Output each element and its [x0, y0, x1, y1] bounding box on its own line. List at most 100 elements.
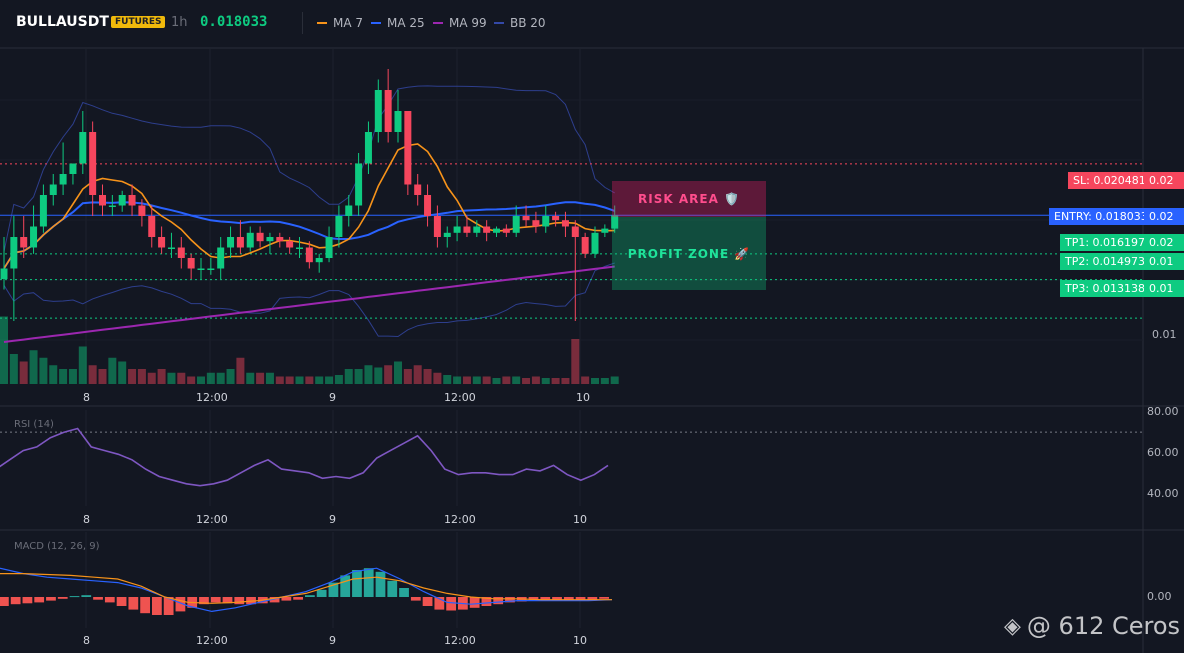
volume-bar	[275, 376, 284, 384]
macd-histogram-bar	[140, 597, 150, 614]
candle-body	[10, 237, 18, 269]
candle-body	[59, 174, 67, 185]
candle-body	[118, 195, 126, 206]
volume-bar	[39, 357, 48, 384]
volume-bar	[453, 376, 462, 384]
macd-histogram-bar	[410, 597, 421, 601]
entry-tag[interactable]: ENTRY: 0.018033	[1049, 208, 1153, 225]
tp3-tag[interactable]: TP3: 0.013138	[1060, 280, 1151, 297]
risk-area-zone: RISK AREA 🛡️	[612, 181, 766, 217]
macd-histogram-bar	[316, 589, 327, 597]
candle-body	[335, 216, 343, 237]
macd-histogram-bar	[57, 597, 68, 599]
candle-body	[256, 232, 264, 242]
volume-bar	[512, 376, 521, 384]
candle-body	[571, 226, 579, 237]
candle-body	[345, 205, 353, 216]
candle-body	[601, 228, 609, 233]
time-label: 12:00	[196, 391, 228, 404]
candle-body	[89, 132, 97, 195]
macd-histogram-bar	[128, 597, 139, 610]
macd-line	[0, 567, 613, 613]
volume-bar	[78, 346, 87, 384]
legend-bb20[interactable]: BB 20	[494, 16, 546, 30]
legend-ma25[interactable]: MA 25	[371, 16, 425, 30]
volume-bar	[354, 369, 363, 384]
volume-bar	[128, 369, 137, 384]
candle-body	[227, 237, 235, 248]
watermark: ◈ @ 612 Ceros	[1004, 612, 1180, 640]
volume-bar	[610, 376, 619, 384]
candle-body	[49, 184, 57, 195]
macd-histogram-bar	[210, 597, 221, 603]
volume-bar	[531, 376, 540, 384]
candle-body	[305, 247, 313, 263]
macd-histogram-bar	[422, 597, 433, 606]
legend-ma99[interactable]: MA 99	[433, 16, 487, 30]
volume-bar	[364, 365, 373, 384]
volume-bar	[98, 369, 107, 384]
volume-bar	[9, 354, 18, 384]
symbol-name[interactable]: BULLAUSDT	[16, 14, 109, 30]
chart-screen: BULLAUSDT FUTURES 1h 0.018033 MA 7 MA 25…	[0, 0, 1184, 653]
macd-histogram-bar	[363, 568, 374, 597]
volume-bar	[177, 372, 186, 384]
candle-body	[108, 205, 116, 207]
chart-canvas[interactable]	[0, 0, 1184, 653]
time-label: 12:00	[444, 391, 476, 404]
profit-zone: PROFIT ZONE 🚀	[612, 217, 766, 290]
candle-body	[561, 220, 569, 227]
candle-body	[158, 237, 166, 248]
candle-body	[552, 216, 560, 221]
legend-ma7[interactable]: MA 7	[317, 16, 363, 30]
volume-bar	[413, 365, 422, 384]
candle-body	[236, 237, 244, 248]
candle-body	[483, 226, 491, 233]
candle-body	[374, 90, 382, 132]
volume-bar	[443, 375, 452, 384]
volume-bar	[29, 350, 38, 384]
candle-body	[0, 268, 8, 279]
ma7-swatch	[317, 22, 327, 24]
volume-bar	[325, 376, 334, 384]
volume-bar	[482, 376, 491, 384]
candle-body	[197, 268, 205, 270]
volume-bar	[157, 369, 166, 384]
price-axis-label: 0.01	[1152, 328, 1177, 341]
legend-bb20-label: BB 20	[510, 16, 546, 30]
current-price: 0.018033	[200, 14, 268, 30]
volume-bar	[88, 365, 97, 384]
risk-area-label: RISK AREA 🛡️	[638, 192, 740, 206]
candle-body	[542, 216, 550, 227]
timeframe-label[interactable]: 1h	[171, 15, 188, 30]
volume-bar	[137, 369, 146, 384]
time-label: 10	[576, 391, 590, 404]
candle-body	[532, 220, 540, 227]
tp2-tag[interactable]: TP2: 0.014973	[1060, 253, 1151, 270]
sl-tag[interactable]: SL: 0.020481	[1068, 172, 1151, 189]
macd-histogram-bar	[46, 597, 56, 601]
time-label: 10	[573, 634, 587, 647]
candle-body	[266, 237, 274, 242]
candle-body	[512, 216, 520, 233]
candle-body	[424, 195, 432, 216]
time-label: 9	[329, 391, 336, 404]
volume-bar	[394, 361, 402, 384]
candle-body	[394, 111, 402, 132]
macd-histogram-bar	[10, 597, 21, 605]
candle-body	[493, 228, 500, 233]
volume-bar	[334, 375, 343, 384]
rsi-tick: 60.00	[1147, 446, 1179, 459]
macd-histogram-bar	[81, 595, 92, 597]
candle-body	[522, 216, 530, 221]
bb-lower-line	[3, 262, 615, 338]
volume-bar	[374, 367, 383, 384]
candle-body	[355, 163, 363, 206]
volume-bar	[384, 365, 393, 384]
rsi-tick: 80.00	[1147, 405, 1179, 418]
volume-bar	[167, 372, 176, 384]
macd-histogram-bar	[152, 597, 162, 615]
tp1-tag[interactable]: TP1: 0.016197	[1060, 234, 1151, 251]
time-label: 8	[83, 513, 90, 526]
header-divider	[302, 12, 303, 34]
